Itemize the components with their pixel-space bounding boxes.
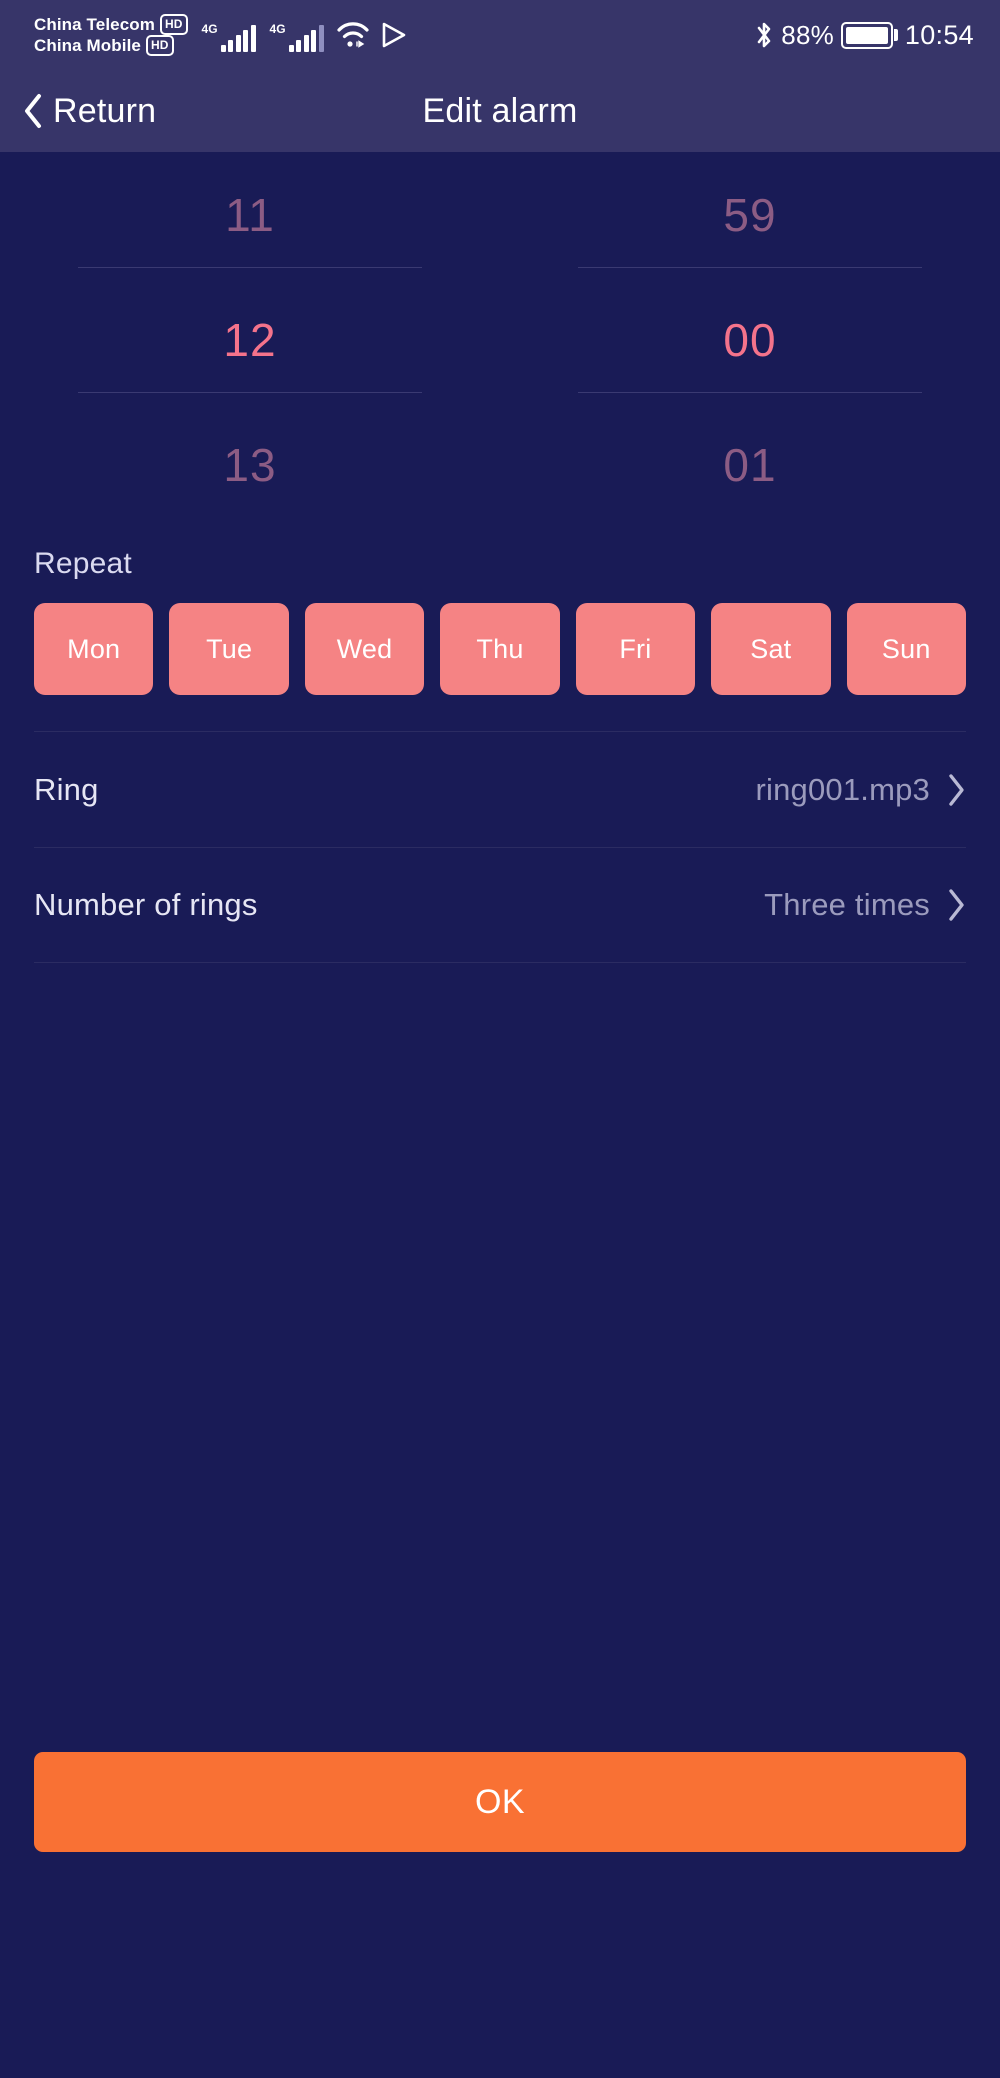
status-bar-clock: 10:54: [904, 19, 974, 50]
bluetooth-icon: [757, 22, 771, 48]
settings-row-number-of-rings[interactable]: Number of rings Three times: [34, 847, 966, 963]
repeat-section: Repeat Mon Tue Wed Thu Fri Sat Sun: [0, 527, 1000, 695]
carrier-name: China Telecom: [34, 14, 155, 34]
day-chip-fri[interactable]: Fri: [575, 603, 696, 695]
minute-picker-column[interactable]: 59 00 01: [500, 152, 1000, 527]
day-chip-sat[interactable]: Sat: [711, 603, 831, 695]
day-chip-sun[interactable]: Sun: [846, 603, 966, 695]
back-button-label: Return: [53, 91, 157, 130]
wifi-icon: [336, 22, 369, 48]
hour-picker-column[interactable]: 11 12 13: [0, 152, 500, 527]
carrier-row: China Mobile HD: [34, 35, 188, 56]
picker-divider-top: [78, 267, 422, 268]
battery-icon: [840, 21, 893, 49]
signal-bars-icon: [220, 25, 256, 52]
settings-row-label: Ring: [34, 771, 99, 807]
play-cast-icon: [382, 22, 405, 48]
signal-indicator-1: 4G: [202, 18, 256, 52]
chevron-right-icon: [949, 773, 964, 806]
picker-divider-bottom: [78, 392, 422, 393]
hour-option-previous[interactable]: 11: [0, 152, 500, 277]
settings-row-ring[interactable]: Ring ring001.mp3: [34, 731, 966, 847]
ok-button[interactable]: OK: [34, 1752, 966, 1852]
chevron-left-icon: [25, 94, 41, 128]
footer-actions: OK: [34, 1752, 966, 1852]
settings-row-right: Three times: [764, 887, 966, 923]
repeat-day-chips: Mon Tue Wed Thu Fri Sat Sun: [34, 603, 966, 695]
battery-percent-label: 88%: [781, 19, 834, 50]
hour-option-selected[interactable]: 12: [0, 277, 500, 402]
carrier-name: China Mobile: [34, 35, 141, 55]
day-chip-mon[interactable]: Mon: [34, 603, 154, 695]
time-picker[interactable]: 11 12 13 59 00 01: [0, 152, 1000, 527]
app-bar: Return Edit alarm: [0, 70, 1000, 152]
settings-row-right: ring001.mp3: [755, 772, 966, 808]
minute-option-next[interactable]: 01: [500, 402, 1000, 527]
carrier-row: China Telecom HD: [34, 14, 188, 35]
back-button[interactable]: Return: [0, 92, 156, 131]
hd-badge-icon: HD: [159, 14, 188, 35]
day-chip-wed[interactable]: Wed: [304, 603, 425, 695]
day-chip-thu[interactable]: Thu: [440, 603, 560, 695]
hd-badge-icon: HD: [145, 35, 174, 56]
day-chip-tue[interactable]: Tue: [169, 603, 289, 695]
signal-bars-icon: [288, 25, 324, 52]
network-generation-label: 4G: [269, 22, 286, 36]
settings-row-value: ring001.mp3: [755, 771, 930, 807]
picker-divider-bottom: [578, 392, 922, 393]
carrier-labels: China Telecom HD China Mobile HD: [34, 14, 188, 56]
chevron-right-icon: [949, 889, 964, 921]
network-generation-label: 4G: [201, 22, 218, 36]
settings-row-label: Number of rings: [34, 887, 258, 922]
status-bar: China Telecom HD China Mobile HD 4G 4G 8…: [0, 0, 1000, 70]
settings-list: Ring ring001.mp3 Number of rings Three t…: [0, 731, 1000, 963]
status-bar-right: 88% 10:54: [754, 0, 974, 70]
hour-option-next[interactable]: 13: [0, 402, 500, 527]
minute-option-previous[interactable]: 59: [500, 152, 1000, 277]
repeat-label: Repeat: [34, 547, 132, 580]
picker-divider-top: [578, 267, 922, 268]
minute-option-selected[interactable]: 00: [500, 277, 1000, 402]
settings-row-value: Three times: [764, 887, 930, 922]
signal-indicator-2: 4G: [270, 18, 324, 52]
